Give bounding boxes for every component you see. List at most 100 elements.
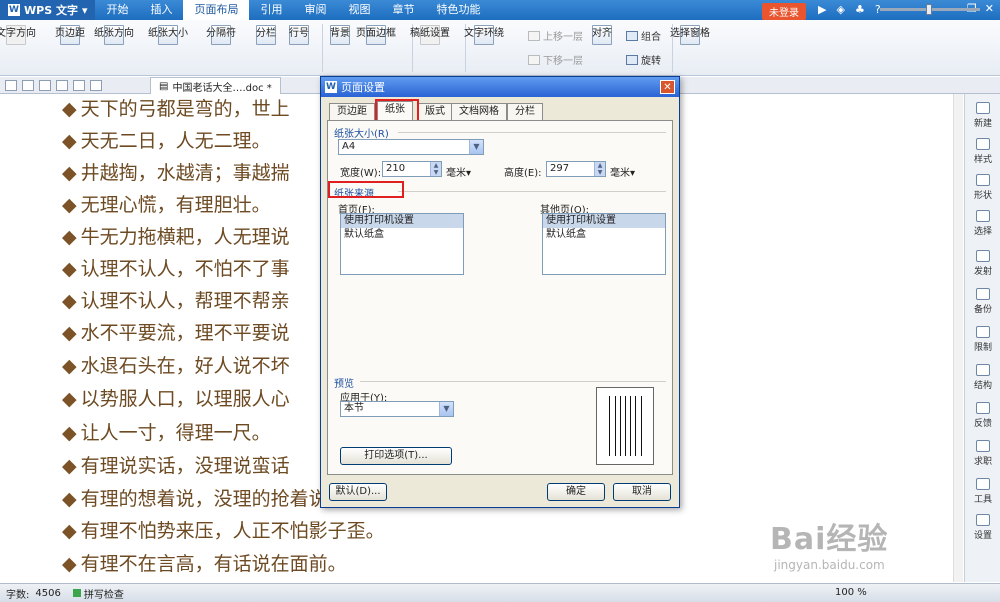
send-backward-button[interactable]: 下移一层 bbox=[528, 52, 583, 67]
tab-document-grid[interactable]: 文档网格 bbox=[451, 103, 507, 120]
other-pages-list[interactable]: 使用打印机设置 默认纸盒 bbox=[542, 213, 666, 275]
menu-references[interactable]: 引用 bbox=[249, 0, 293, 20]
columns-button[interactable]: 分栏 bbox=[256, 20, 276, 45]
redo-icon[interactable] bbox=[90, 79, 102, 91]
print-options-button[interactable]: 打印选项(T)... bbox=[340, 447, 452, 465]
align-button[interactable]: 对齐 bbox=[592, 20, 612, 45]
spinner-icon[interactable]: ▲ ▼ bbox=[430, 162, 441, 176]
apply-to-select[interactable]: 本节 ▼ bbox=[340, 401, 454, 417]
rotate-button[interactable]: 旋转 bbox=[626, 52, 661, 67]
menu-home[interactable]: 开始 bbox=[95, 0, 139, 20]
print-preview-icon[interactable] bbox=[56, 79, 68, 91]
paper-size-button[interactable]: 纸张大小 bbox=[148, 20, 188, 45]
print-icon[interactable] bbox=[39, 79, 51, 91]
menu-view[interactable]: 视图 bbox=[337, 0, 381, 20]
group-button[interactable]: 组合 bbox=[626, 28, 661, 43]
document-tab[interactable]: ▤ 中国老话大全….doc * bbox=[150, 77, 281, 94]
doc-line: ◆ 水退石头在，好人说不坏 bbox=[62, 355, 290, 377]
doc-line: ◆ 以势服人口，以理服人心 bbox=[62, 388, 290, 410]
preview-line bbox=[630, 396, 631, 456]
play-icon[interactable]: ▶ bbox=[818, 3, 826, 16]
panel-feedback[interactable]: 反馈 bbox=[965, 402, 1000, 429]
height-label: 高度(E): bbox=[504, 168, 542, 179]
breaks-button[interactable]: 分隔符 bbox=[206, 20, 236, 45]
app-menu-button[interactable]: W WPS 文字 ▾ bbox=[0, 0, 96, 20]
panel-settings[interactable]: 设置 bbox=[965, 514, 1000, 541]
menu-special[interactable]: 特色功能 bbox=[425, 0, 491, 20]
first-page-list[interactable]: 使用打印机设置 默认纸盒 bbox=[340, 213, 464, 275]
manuscript-button[interactable]: 稿纸设置 bbox=[410, 20, 450, 45]
structure-icon bbox=[976, 364, 990, 376]
preview-line bbox=[625, 396, 626, 456]
save-icon[interactable] bbox=[22, 79, 34, 91]
check-icon bbox=[72, 589, 81, 597]
preview-line bbox=[615, 396, 616, 456]
highlight-box bbox=[375, 99, 419, 122]
feedback-icon bbox=[976, 402, 990, 414]
width-label: 宽度(W): bbox=[340, 168, 382, 179]
list-item[interactable]: 默认纸盒 bbox=[543, 228, 665, 242]
skin-icon[interactable]: ◈ bbox=[836, 3, 844, 16]
document-tab-label: 中国老话大全….doc * bbox=[172, 82, 272, 94]
cancel-button[interactable]: 取消 bbox=[613, 483, 671, 501]
margins-button[interactable]: 页边距 bbox=[55, 20, 85, 45]
width-unit[interactable]: 毫米▾ bbox=[446, 164, 471, 179]
height-input[interactable]: 297 ▲ ▼ bbox=[546, 161, 606, 177]
paper-size-select[interactable]: A4 ▼ bbox=[338, 139, 484, 155]
preview-line bbox=[620, 396, 621, 456]
menu-page-layout[interactable]: 页面布局 bbox=[183, 0, 250, 20]
panel-tools[interactable]: 工具 bbox=[965, 478, 1000, 505]
panel-restrict[interactable]: 限制 bbox=[965, 326, 1000, 353]
panel-shapes[interactable]: 形状 bbox=[965, 174, 1000, 201]
shirt-icon[interactable]: ♣ bbox=[855, 3, 865, 16]
ribbon-separator bbox=[322, 24, 323, 72]
select-icon bbox=[976, 210, 990, 222]
list-item[interactable]: 使用打印机设置 bbox=[543, 214, 665, 228]
panel-jobs[interactable]: 求职 bbox=[965, 440, 1000, 467]
zoom-slider-thumb[interactable] bbox=[926, 4, 932, 15]
panel-backup[interactable]: 备份 bbox=[965, 288, 1000, 315]
background-button[interactable]: 背景 bbox=[330, 20, 350, 45]
panel-send[interactable]: 发射 bbox=[965, 250, 1000, 277]
ok-button[interactable]: 确定 bbox=[547, 483, 605, 501]
undo-icon[interactable] bbox=[73, 79, 85, 91]
selection-pane-button[interactable]: 选择窗格 bbox=[670, 20, 710, 45]
diamond-bullet-icon: ◆ bbox=[62, 553, 77, 575]
vertical-scrollbar[interactable] bbox=[953, 94, 963, 582]
spinner-icon[interactable]: ▲ ▼ bbox=[594, 162, 605, 176]
width-input[interactable]: 210 ▲ ▼ bbox=[382, 161, 442, 177]
doc-line: ◆ 井越掏，水越清；事越揣 bbox=[62, 162, 290, 184]
height-unit[interactable]: 毫米▾ bbox=[610, 164, 635, 179]
panel-structure[interactable]: 结构 bbox=[965, 364, 1000, 391]
page-border-button[interactable]: 页面边框 bbox=[356, 20, 396, 45]
default-button[interactable]: 默认(D)... bbox=[329, 483, 387, 501]
panel-select[interactable]: 选择 bbox=[965, 210, 1000, 237]
login-button[interactable]: 未登录 bbox=[762, 3, 806, 20]
status-bar: 字数: 4506 拼写检查 100 % bbox=[0, 583, 1000, 602]
menu-chapter[interactable]: 章节 bbox=[381, 0, 425, 20]
diamond-bullet-icon: ◆ bbox=[62, 162, 77, 184]
tab-layout[interactable]: 版式 bbox=[417, 103, 453, 120]
bring-forward-button[interactable]: 上移一层 bbox=[528, 28, 583, 43]
tools-icon bbox=[976, 478, 990, 490]
text-direction-button[interactable]: 文字方向 bbox=[0, 20, 36, 45]
menu-insert[interactable]: 插入 bbox=[139, 0, 183, 20]
text-wrap-button[interactable]: 文字环绕 bbox=[464, 20, 504, 45]
panel-styles[interactable]: 样式 bbox=[965, 138, 1000, 165]
dialog-titlebar[interactable]: W 页面设置 bbox=[321, 77, 679, 97]
list-item[interactable]: 使用打印机设置 bbox=[341, 214, 463, 228]
open-icon[interactable] bbox=[5, 79, 17, 91]
panel-new[interactable]: 新建 bbox=[965, 102, 1000, 129]
menu-review[interactable]: 审阅 bbox=[293, 0, 337, 20]
line-numbers-button[interactable]: 行号 bbox=[289, 20, 309, 45]
list-item[interactable]: 默认纸盒 bbox=[341, 228, 463, 242]
chevron-down-icon: ▼ bbox=[469, 140, 483, 154]
tab-columns[interactable]: 分栏 bbox=[507, 103, 543, 120]
spell-check-button[interactable]: 拼写检查 bbox=[72, 586, 124, 601]
close-icon[interactable]: ✕ bbox=[985, 2, 994, 15]
dialog-close-button[interactable]: ✕ bbox=[660, 80, 675, 94]
styles-icon bbox=[976, 138, 990, 150]
send-icon bbox=[976, 250, 990, 262]
orientation-button[interactable]: 纸张方向 bbox=[94, 20, 134, 45]
tab-margins[interactable]: 页边距 bbox=[329, 103, 375, 120]
